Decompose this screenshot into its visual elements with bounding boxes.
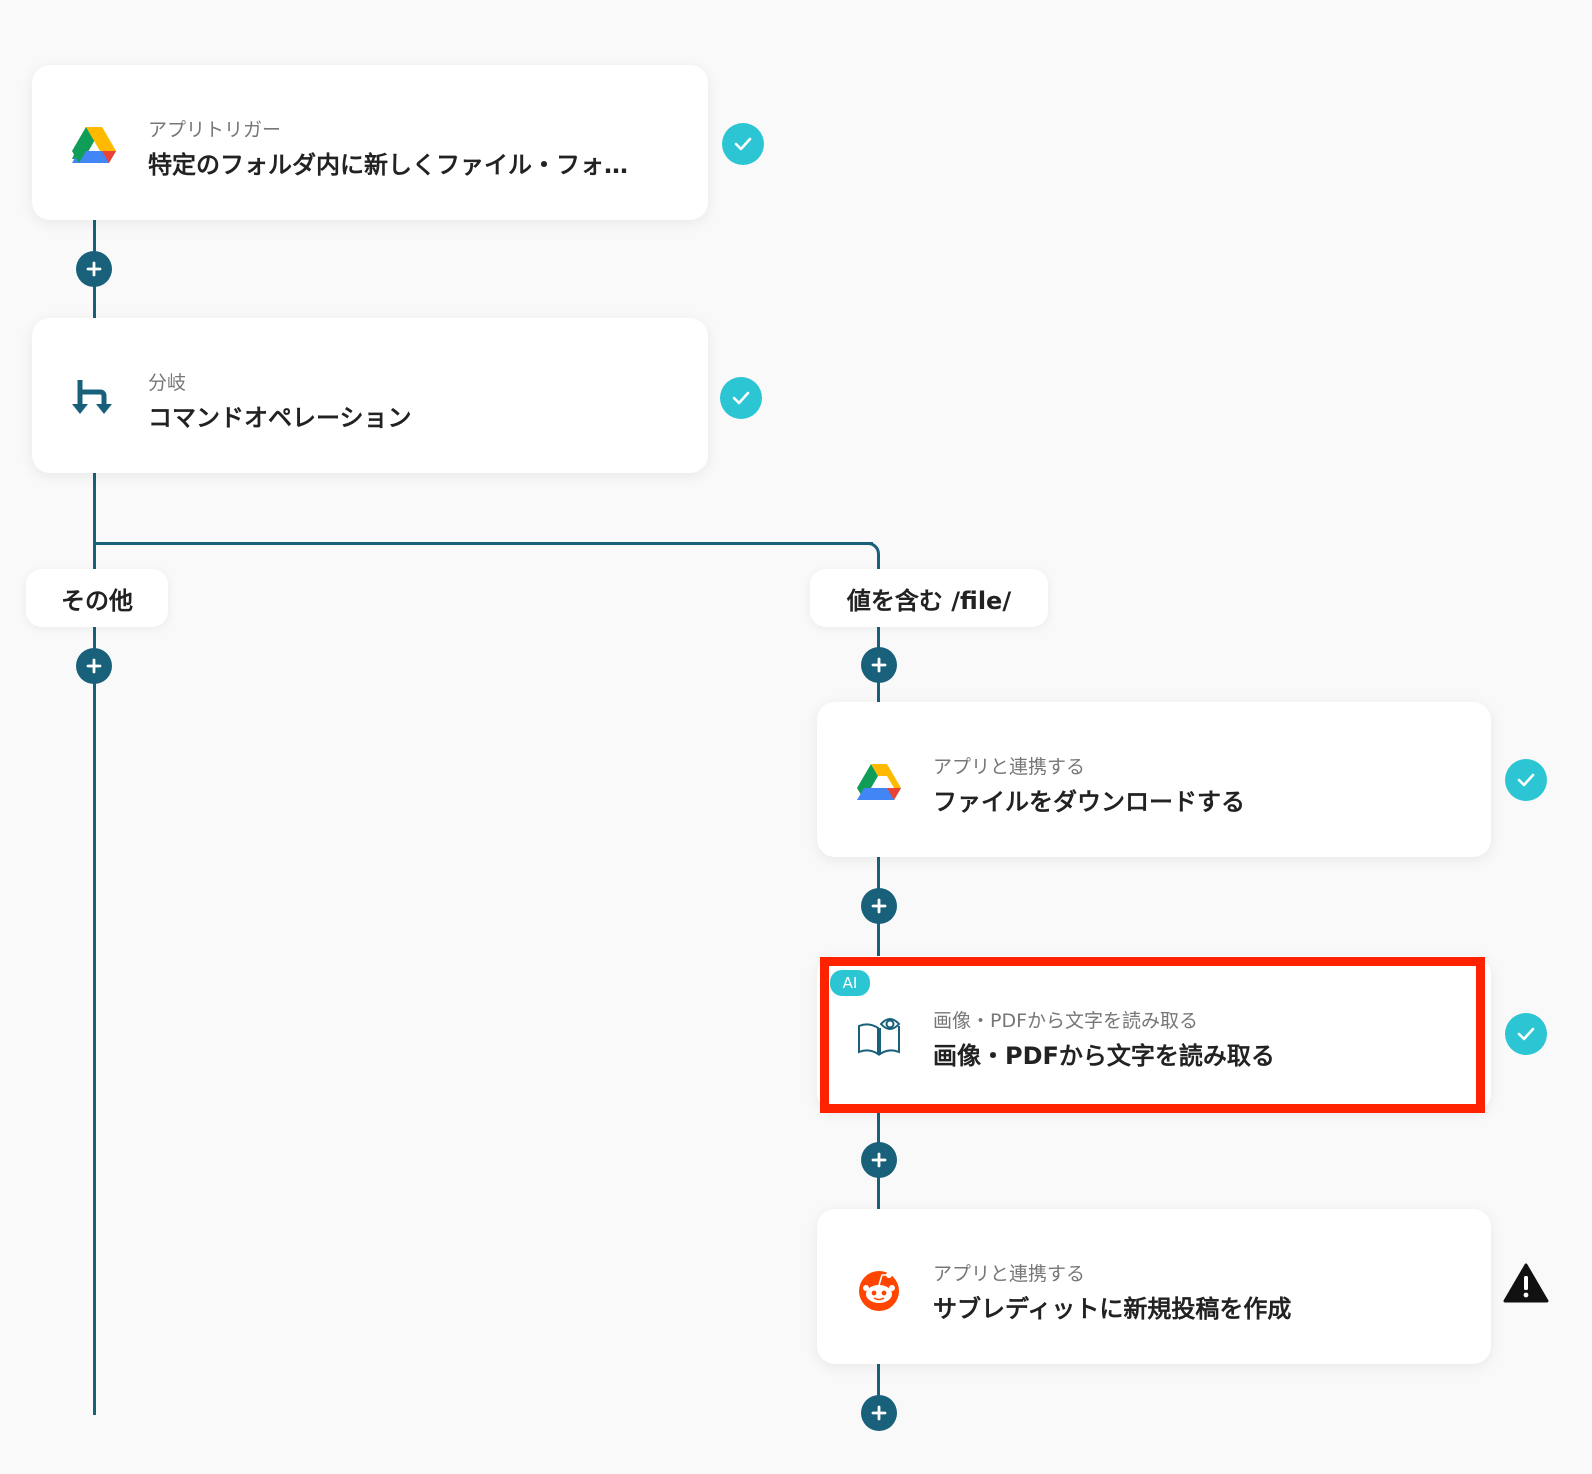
reddit-step-card[interactable]: アプリと連携する サブレディットに新規投稿を作成 <box>817 1209 1491 1364</box>
check-icon <box>720 377 762 419</box>
step-title: コマンドオペレーション <box>148 404 412 432</box>
trigger-step-card[interactable]: アプリトリガー 特定のフォルダ内に新しくファイル・フォ… <box>32 65 708 220</box>
branch-label-other[interactable]: その他 <box>26 569 168 627</box>
add-step-button[interactable] <box>861 647 897 683</box>
google-drive-icon <box>855 758 903 806</box>
check-icon <box>1505 1013 1547 1055</box>
add-step-button[interactable] <box>861 1142 897 1178</box>
step-title: ファイルをダウンロードする <box>933 788 1245 816</box>
google-drive-icon <box>70 121 118 169</box>
check-icon <box>722 123 764 165</box>
add-step-button[interactable] <box>861 888 897 924</box>
branch-label-match[interactable]: 値を含む /file/ <box>810 569 1048 627</box>
ai-badge: AI <box>830 970 870 996</box>
add-step-button[interactable] <box>76 648 112 684</box>
highlight-box <box>820 957 1485 1113</box>
warning-icon <box>1503 1262 1549 1308</box>
branch-connector-line <box>93 542 873 545</box>
download-step-card[interactable]: アプリと連携する ファイルをダウンロードする <box>817 702 1491 857</box>
step-type-label: アプリと連携する <box>933 756 1086 778</box>
step-type-label: 分岐 <box>148 372 187 394</box>
add-step-button[interactable] <box>76 251 112 287</box>
step-type-label: アプリトリガー <box>148 119 282 141</box>
branch-step-card[interactable]: 分岐 コマンドオペレーション <box>32 318 708 473</box>
step-title: 特定のフォルダ内に新しくファイル・フォ… <box>148 151 628 179</box>
check-icon <box>1505 759 1547 801</box>
branch-icon <box>70 374 118 422</box>
step-title: サブレディットに新規投稿を作成 <box>933 1295 1292 1323</box>
reddit-icon <box>855 1265 903 1313</box>
add-step-button[interactable] <box>861 1395 897 1431</box>
step-type-label: アプリと連携する <box>933 1263 1086 1285</box>
